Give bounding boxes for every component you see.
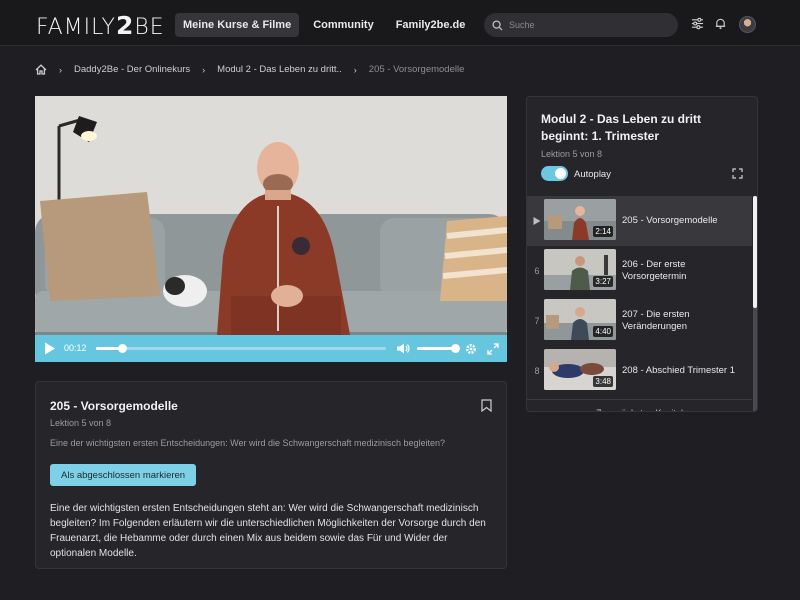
- lesson-thumbnail[interactable]: 4:40: [544, 299, 616, 340]
- breadcrumb-course[interactable]: Daddy2Be - Der Onlinekurs: [74, 64, 190, 75]
- list-item-lesson-205[interactable]: 2:14 205 - Vorsorgemodelle: [527, 196, 752, 246]
- settings-gear-icon[interactable]: [465, 343, 477, 355]
- main-nav: Meine Kurse & Filme Community Family2be.…: [175, 13, 473, 37]
- chevron-right-icon: ›: [353, 64, 357, 75]
- breadcrumb-lesson: 205 - Vorsorgemodelle: [368, 64, 465, 75]
- home-icon[interactable]: [35, 64, 47, 75]
- top-header: FAMILY2BE Meine Kurse & Filme Community …: [0, 0, 800, 46]
- breadcrumb-module[interactable]: Modul 2 - Das Leben zu dritt..: [217, 64, 342, 75]
- lesson-label: 205 - Vorsorgemodelle: [622, 215, 718, 226]
- lesson-label: 206 - Der erste Vorsorgetermin: [622, 259, 687, 282]
- video-progress-handle[interactable]: [117, 344, 127, 353]
- lesson-label: 208 - Abschied Trimester 1: [622, 365, 735, 376]
- filter-sliders-icon[interactable]: [691, 17, 704, 30]
- search-box[interactable]: [484, 13, 678, 37]
- lesson-duration: 2:14: [593, 226, 613, 237]
- module-title: Modul 2 - Das Leben zu dritt beginnt: 1.…: [541, 112, 702, 143]
- lesson-description: Eine der wichtigsten ersten Entscheidung…: [50, 503, 486, 559]
- expand-icon[interactable]: [732, 168, 743, 179]
- volume-handle[interactable]: [450, 344, 460, 353]
- nav-community[interactable]: Community: [305, 13, 382, 37]
- lesson-duration: 3:48: [593, 376, 613, 387]
- autoplay-label: Autoplay: [574, 169, 611, 180]
- lesson-list: 2:14 205 - Vorsorgemodelle 6 3:27 206 - …: [527, 196, 752, 396]
- video-progress-slider[interactable]: [96, 344, 386, 353]
- volume-icon[interactable]: [397, 343, 410, 354]
- next-chapter-link[interactable]: Zum nächsten Kapitel: [527, 399, 752, 411]
- scrollbar-thumb[interactable]: [753, 196, 757, 308]
- lesson-thumbnail[interactable]: 2:14: [544, 199, 616, 240]
- search-icon: [492, 19, 503, 31]
- fullscreen-icon[interactable]: [487, 343, 499, 355]
- breadcrumb: › Daddy2Be - Der Onlinekurs › Modul 2 - …: [35, 64, 464, 75]
- bell-icon[interactable]: [714, 17, 727, 30]
- list-item-lesson-207[interactable]: 7 4:40 207 - Die ersten Veränderungen: [527, 296, 752, 346]
- user-avatar[interactable]: [739, 16, 756, 33]
- chevron-right-icon: ›: [202, 64, 206, 75]
- lesson-duration: 3:27: [593, 276, 613, 287]
- family2be-logo[interactable]: FAMILY2BE: [36, 11, 165, 40]
- lesson-counter: Lektion 5 von 8: [50, 418, 112, 428]
- module-lesson-counter: Lektion 5 von 8: [541, 149, 603, 159]
- now-playing-icon: [533, 217, 541, 225]
- lesson-duration: 4:40: [593, 326, 613, 337]
- lesson-thumbnail[interactable]: 3:48: [544, 349, 616, 390]
- lesson-details-panel: 205 - Vorsorgemodelle Lektion 5 von 8 Ei…: [35, 381, 507, 569]
- bookmark-icon[interactable]: [481, 399, 492, 412]
- lesson-number: 6: [534, 266, 540, 276]
- lesson-title: 205 - Vorsorgemodelle: [50, 399, 178, 413]
- volume-slider[interactable]: [417, 344, 460, 353]
- nav-family2be-site[interactable]: Family2be.de: [388, 13, 474, 37]
- module-playlist-panel: Modul 2 - Das Leben zu dritt beginnt: 1.…: [526, 96, 758, 412]
- list-item-lesson-208[interactable]: 8 3:48 208 - Abschied Trimester 1: [527, 346, 752, 396]
- video-controls: 00:12: [35, 335, 507, 362]
- playlist-scrollbar[interactable]: [753, 196, 757, 411]
- play-icon[interactable]: [44, 342, 56, 355]
- lesson-number: 8: [534, 366, 540, 376]
- lesson-teaser: Eine der wichtigsten ersten Entscheidung…: [50, 438, 446, 448]
- nav-my-courses[interactable]: Meine Kurse & Filme: [175, 13, 300, 37]
- video-frame-presenter: [35, 96, 507, 362]
- lesson-number: 7: [534, 316, 540, 326]
- lesson-thumbnail[interactable]: 3:27: [544, 249, 616, 290]
- chevron-right-icon: ›: [59, 64, 62, 75]
- lesson-label: 207 - Die ersten Veränderungen: [622, 309, 690, 332]
- volume-fill: [417, 347, 455, 350]
- video-player[interactable]: 00:12: [35, 96, 507, 362]
- search-input[interactable]: [509, 20, 659, 30]
- autoplay-toggle[interactable]: [541, 166, 568, 181]
- mark-complete-button[interactable]: Als abgeschlossen markieren: [50, 464, 197, 486]
- list-item-lesson-206[interactable]: 6 3:27 206 - Der erste Vorsorgetermin: [527, 246, 752, 296]
- video-time: 00:12: [64, 343, 87, 353]
